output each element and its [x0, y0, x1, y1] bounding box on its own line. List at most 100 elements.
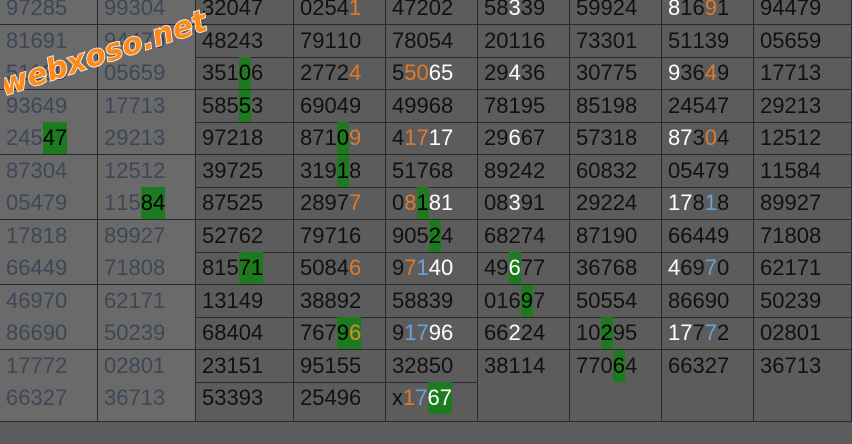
number-cell: 05479	[0, 187, 98, 220]
number-cell: 28977	[294, 187, 386, 220]
number-cell: 57318	[570, 122, 662, 155]
number-cell: 52762	[196, 220, 294, 253]
number-cell: 08391	[478, 187, 570, 220]
number-cell: 11584	[754, 155, 852, 188]
number-cell: 32850	[386, 350, 478, 383]
number-cell	[478, 382, 570, 422]
number-cell: 01697	[478, 285, 570, 318]
number-cell: 12512	[98, 155, 196, 188]
number-cell: 87304	[662, 122, 754, 155]
number-cell: 71808	[754, 220, 852, 253]
number-cell: 49677	[478, 252, 570, 285]
number-cell: 79716	[294, 220, 386, 253]
number-cell: 50239	[98, 317, 196, 350]
number-cell: 49968	[386, 90, 478, 123]
number-cell: 81691	[662, 0, 754, 25]
number-cell: 12512	[754, 122, 852, 155]
number-cell: 02801	[754, 317, 852, 350]
number-cell: 29667	[478, 122, 570, 155]
number-cell: 66449	[662, 220, 754, 253]
number-cell: 89927	[98, 220, 196, 253]
number-cell: 79110	[294, 25, 386, 58]
number-cell: 27724	[294, 57, 386, 90]
number-cell: 17772	[0, 350, 98, 383]
number-cell: 97140	[386, 252, 478, 285]
number-cell: 02801	[98, 350, 196, 383]
number-cell: 71808	[98, 252, 196, 285]
number-cell	[662, 382, 754, 422]
number-cell: 87525	[196, 187, 294, 220]
number-cell: 62171	[754, 252, 852, 285]
number-cell: 02541	[294, 0, 386, 25]
number-cell: 89242	[478, 155, 570, 188]
number-cell: 86690	[0, 317, 98, 350]
number-cell: 08181	[386, 187, 478, 220]
number-cell: 81571	[196, 252, 294, 285]
number-cell: 86690	[662, 285, 754, 318]
number-cell: 11584	[98, 187, 196, 220]
number-cell: 66327	[662, 350, 754, 383]
number-cell: 91796	[386, 317, 478, 350]
number-cell: 87109	[294, 122, 386, 155]
number-cell: 36768	[570, 252, 662, 285]
number-cell: 69049	[294, 90, 386, 123]
number-cell	[754, 382, 852, 422]
number-cell: 58839	[386, 285, 478, 318]
site-logo: webxoso.net	[0, 2, 224, 106]
number-cell: 66327	[0, 382, 98, 422]
number-cell: 53393	[196, 382, 294, 422]
number-cell: 50239	[754, 285, 852, 318]
number-cell: 10295	[570, 317, 662, 350]
number-cell: 36713	[754, 350, 852, 383]
number-cell: 68404	[196, 317, 294, 350]
number-cell: 47202	[386, 0, 478, 25]
number-cell: x1767	[386, 382, 478, 422]
number-cell: 17818	[0, 220, 98, 253]
number-cell: 17713	[754, 57, 852, 90]
number-cell: 30775	[570, 57, 662, 90]
number-cell: 93649	[662, 57, 754, 90]
number-cell: 78054	[386, 25, 478, 58]
number-cell: 24547	[662, 90, 754, 123]
number-cell: 89927	[754, 187, 852, 220]
number-cell: 23151	[196, 350, 294, 383]
number-cell: 73301	[570, 25, 662, 58]
number-cell: 50554	[570, 285, 662, 318]
number-cell: 68274	[478, 220, 570, 253]
number-cell: 66224	[478, 317, 570, 350]
number-cell: 29436	[478, 57, 570, 90]
number-cell: 31918	[294, 155, 386, 188]
number-cell: 76796	[294, 317, 386, 350]
number-cell: 13149	[196, 285, 294, 318]
number-cell: 29213	[754, 90, 852, 123]
number-cell: 05659	[754, 25, 852, 58]
number-cell: 94479	[754, 0, 852, 25]
number-cell: 58339	[478, 0, 570, 25]
number-cell: 46970	[0, 285, 98, 318]
number-cell: 38892	[294, 285, 386, 318]
number-cell: 51139	[662, 25, 754, 58]
number-cell: 20116	[478, 25, 570, 58]
number-cell: 78195	[478, 90, 570, 123]
number-cell: 29213	[98, 122, 196, 155]
number-cell: 87190	[570, 220, 662, 253]
number-cell: 90524	[386, 220, 478, 253]
number-cell	[570, 382, 662, 422]
number-cell: 17772	[662, 317, 754, 350]
number-cell: 59924	[570, 0, 662, 25]
number-cell: 29224	[570, 187, 662, 220]
number-cell: 77064	[570, 350, 662, 383]
number-cell: 97218	[196, 122, 294, 155]
number-cell: 46970	[662, 252, 754, 285]
number-cell: 36713	[98, 382, 196, 422]
number-cell: 85198	[570, 90, 662, 123]
number-cell: 05479	[662, 155, 754, 188]
number-cell: 39725	[196, 155, 294, 188]
number-cell: 95155	[294, 350, 386, 383]
number-cell: 25496	[294, 382, 386, 422]
number-cell: 87304	[0, 155, 98, 188]
number-cell: 60832	[570, 155, 662, 188]
number-cell: 55065	[386, 57, 478, 90]
svg-text:webxoso.net: webxoso.net	[4, 6, 213, 104]
number-cell: 50846	[294, 252, 386, 285]
